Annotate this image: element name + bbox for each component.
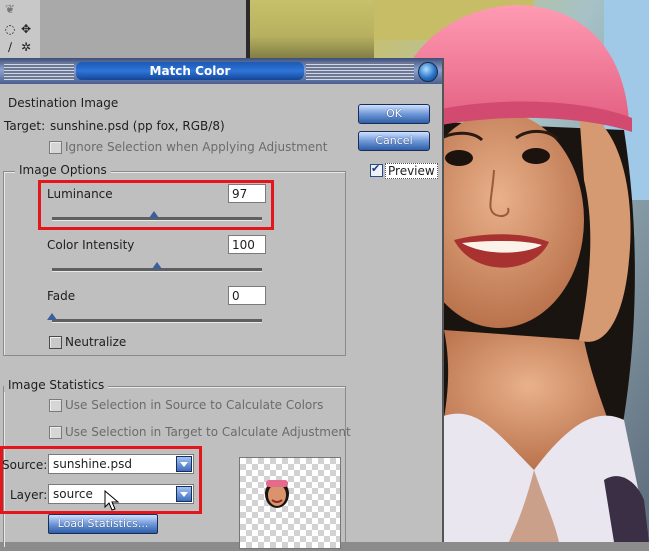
luminance-highlight-box — [38, 180, 274, 230]
match-color-dialog: Match Color Destination Image Target: su… — [0, 58, 444, 549]
dialog-titlebar[interactable]: Match Color — [0, 58, 442, 84]
move-icon[interactable]: ✥ — [18, 22, 34, 36]
workspace-background — [40, 0, 246, 60]
ignore-selection-checkbox[interactable] — [49, 141, 62, 154]
fade-slider-thumb[interactable] — [47, 313, 57, 320]
dialog-title: Match Color — [76, 62, 304, 80]
toolbox: ❦ ◌ ✥ ∕ ✲ — [0, 0, 40, 60]
ok-button[interactable]: OK — [358, 104, 430, 124]
magic-wand-icon[interactable]: ✲ — [18, 40, 34, 54]
image-statistics-heading: Image Statistics — [4, 378, 109, 392]
color-intensity-slider-thumb[interactable] — [152, 262, 162, 269]
color-intensity-label: Color Intensity — [47, 238, 135, 252]
preview-label: Preview — [385, 163, 438, 179]
feather-icon[interactable]: ❦ — [2, 2, 18, 16]
close-icon[interactable] — [418, 62, 438, 82]
destination-image-heading: Destination Image — [4, 96, 123, 110]
neutralize-label: Neutralize — [65, 335, 127, 349]
preview-checkbox[interactable] — [370, 162, 383, 177]
target-label: Target: — [4, 119, 46, 133]
color-intensity-field[interactable]: 100 — [228, 235, 266, 254]
image-options-heading: Image Options — [15, 163, 111, 177]
source-thumbnail — [239, 457, 341, 549]
ignore-selection-label: Ignore Selection when Applying Adjustmen… — [65, 140, 328, 154]
fade-slider-track[interactable] — [52, 319, 262, 323]
use-target-selection-label: Use Selection in Target to Calculate Adj… — [65, 425, 351, 439]
use-source-selection-label: Use Selection in Source to Calculate Col… — [65, 398, 324, 412]
cancel-button[interactable]: Cancel — [358, 131, 430, 151]
neutralize-checkbox[interactable] — [49, 336, 62, 349]
load-statistics-button[interactable]: Load Statistics... — [48, 514, 158, 534]
titlebar-grip-left — [4, 62, 74, 80]
source-layer-highlight-box — [0, 446, 202, 514]
titlebar-grip-right — [306, 62, 414, 80]
lasso-icon[interactable]: ◌ — [2, 22, 18, 36]
use-source-selection-checkbox[interactable] — [49, 399, 62, 412]
use-target-selection-checkbox[interactable] — [49, 426, 62, 439]
target-value: sunshine.psd (pp fox, RGB/8) — [50, 119, 225, 133]
pen-icon[interactable]: ∕ — [2, 40, 18, 54]
fade-field[interactable]: 0 — [228, 286, 266, 305]
photo-background-strip — [250, 0, 374, 60]
cursor-icon — [104, 490, 120, 511]
fade-label: Fade — [47, 289, 76, 303]
thumbnail-face — [265, 480, 289, 508]
